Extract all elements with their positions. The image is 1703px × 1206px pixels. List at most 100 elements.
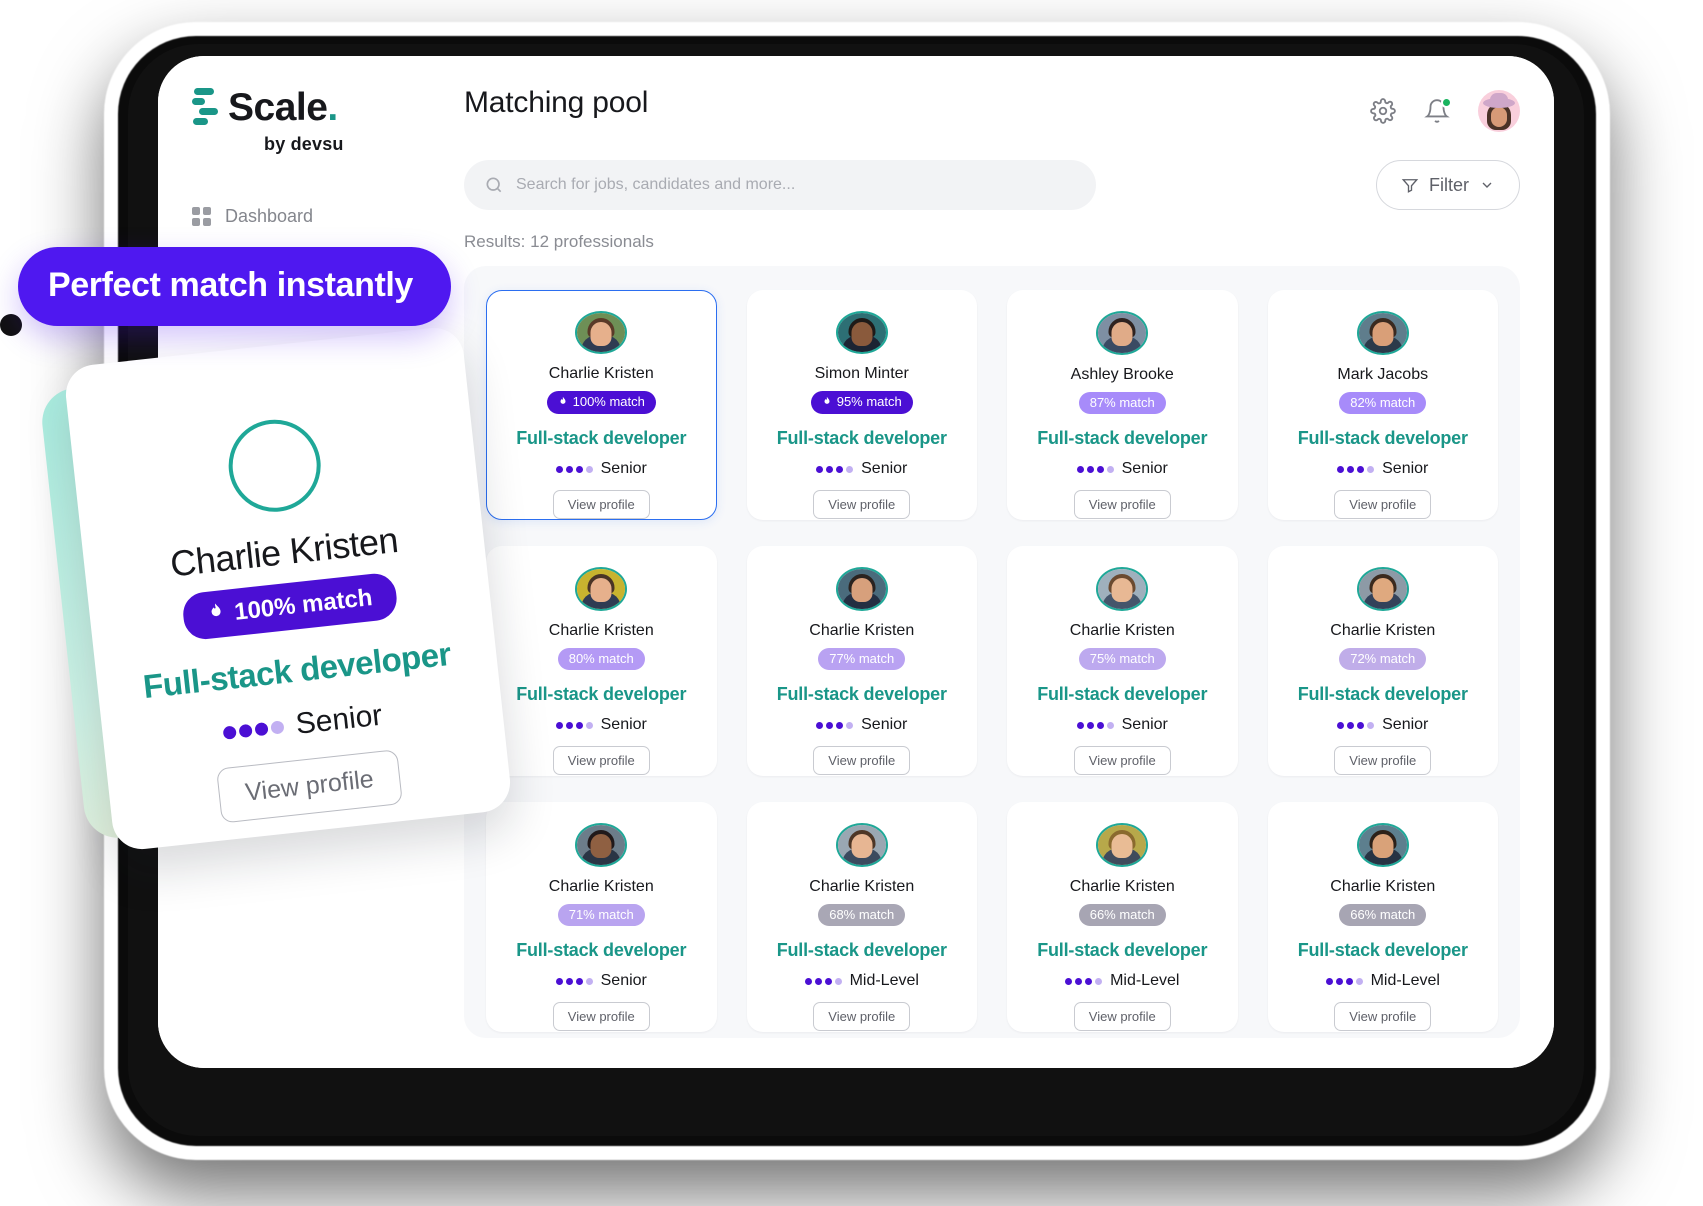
view-profile-button[interactable]: View profile	[1073, 490, 1171, 519]
match-label: 100% match	[232, 583, 374, 626]
match-badge: 72% match	[1339, 647, 1427, 670]
view-profile-button[interactable]: View profile	[552, 746, 650, 775]
match-label: 87% match	[1089, 394, 1155, 410]
avatar	[1096, 311, 1149, 355]
candidate-level: Mid-Level	[1065, 972, 1179, 990]
match-badge: 80% match	[557, 647, 645, 670]
candidate-name: Charlie Kristen	[1069, 621, 1175, 639]
level-label: Senior	[600, 460, 647, 477]
candidate-role: Full-stack developer	[1037, 428, 1208, 448]
results-count: Results: 12 professionals	[464, 232, 654, 251]
level-dots	[816, 721, 854, 729]
candidate-role: Full-stack developer	[141, 634, 453, 706]
candidate-card[interactable]: Charlie Kristen 71% match Full-stack dev…	[486, 802, 717, 1032]
view-profile-button[interactable]: View profile	[1073, 746, 1171, 775]
match-label: 66% match	[1350, 906, 1416, 922]
candidate-card[interactable]: Charlie Kristen 80% match Full-stack dev…	[486, 546, 717, 776]
match-label: 68% match	[829, 906, 895, 922]
match-label: 72% match	[1350, 650, 1416, 666]
filter-button[interactable]: Filter	[1376, 160, 1520, 210]
avatar	[835, 567, 888, 611]
match-badge: 75% match	[1078, 647, 1166, 670]
candidate-card[interactable]: Mark Jacobs 82% match Full-stack develop…	[1267, 290, 1498, 520]
candidate-card[interactable]: Charlie Kristen 66% match Full-stack dev…	[1267, 802, 1498, 1032]
level-label: Senior	[600, 972, 647, 989]
perfect-match-callout: Perfect match instantly	[18, 247, 451, 326]
level-label: Mid-Level	[1110, 972, 1180, 989]
level-label: Senior	[1121, 716, 1168, 733]
match-badge: 82% match	[1339, 391, 1427, 414]
level-label: Senior	[294, 698, 384, 741]
match-label: 66% match	[1089, 906, 1155, 922]
candidate-name: Ashley Brooke	[1070, 365, 1174, 383]
avatar	[1356, 311, 1409, 355]
bell-icon[interactable]	[1424, 97, 1452, 124]
level-label: Senior	[1121, 460, 1168, 477]
avatar	[1356, 567, 1409, 611]
view-profile-button[interactable]: View profile	[215, 749, 404, 824]
level-dots	[1325, 977, 1363, 985]
candidate-name: Charlie Kristen	[809, 621, 915, 639]
level-label: Senior	[600, 716, 647, 733]
avatar	[1096, 567, 1149, 611]
view-profile-button[interactable]: View profile	[1073, 1002, 1171, 1031]
match-badge: 71% match	[557, 903, 645, 926]
candidate-card[interactable]: Charlie Kristen 68% match Full-stack dev…	[746, 802, 977, 1032]
sidebar-item-dashboard[interactable]: Dashboard	[158, 195, 446, 238]
gear-icon[interactable]	[1370, 98, 1396, 124]
view-profile-button[interactable]: View profile	[1334, 746, 1432, 775]
level-dots	[1337, 465, 1375, 473]
search-input[interactable]	[516, 176, 1076, 194]
match-badge: 68% match	[818, 903, 906, 926]
candidate-role: Full-stack developer	[776, 684, 947, 704]
match-badge: 77% match	[818, 647, 906, 670]
user-avatar[interactable]	[1478, 90, 1520, 132]
candidate-level: Senior	[1076, 460, 1168, 478]
avatar	[835, 311, 888, 354]
level-dots	[1076, 465, 1114, 473]
match-label: 80% match	[568, 650, 634, 666]
candidate-card[interactable]: Ashley Brooke 87% match Full-stack devel…	[1007, 290, 1238, 520]
avatar	[1096, 823, 1149, 867]
candidate-role: Full-stack developer	[1297, 684, 1468, 704]
match-badge: 100% match	[546, 390, 656, 414]
candidate-name: Charlie Kristen	[809, 877, 915, 895]
view-profile-button[interactable]: View profile	[813, 746, 911, 775]
view-profile-button[interactable]: View profile	[552, 490, 650, 519]
candidate-card[interactable]: Charlie Kristen 75% match Full-stack dev…	[1007, 546, 1238, 776]
view-profile-button[interactable]: View profile	[1334, 1002, 1432, 1031]
level-dots	[555, 465, 593, 473]
notification-dot	[1441, 97, 1452, 108]
candidate-level: Senior	[555, 460, 647, 478]
candidate-level: Senior	[816, 716, 907, 734]
chevron-down-icon	[1482, 182, 1492, 188]
screenshot-stage: Scale. by devsu Dashboard Messages 10 RE…	[0, 0, 1703, 1206]
match-label: 100% match	[572, 394, 645, 410]
candidate-role: Full-stack developer	[1037, 940, 1208, 960]
candidate-name: Charlie Kristen	[1330, 621, 1436, 639]
candidate-card[interactable]: Charlie Kristen 77% match Full-stack dev…	[746, 546, 977, 776]
view-profile-button[interactable]: View profile	[813, 1002, 911, 1031]
candidate-level: Senior	[222, 699, 384, 750]
candidate-card[interactable]: Charlie Kristen 72% match Full-stack dev…	[1267, 546, 1498, 776]
candidate-card[interactable]: Charlie Kristen 100% match Full-stack de…	[486, 290, 717, 520]
topbar: Matching pool	[464, 86, 1520, 132]
level-dots	[555, 721, 593, 729]
candidate-card[interactable]: Simon Minter 95% match Full-stack develo…	[746, 290, 977, 520]
candidate-name: Charlie Kristen	[548, 364, 654, 382]
level-dots	[1076, 721, 1114, 729]
match-label: 75% match	[1089, 650, 1155, 666]
avatar	[835, 823, 888, 867]
candidate-level: Senior	[1337, 716, 1428, 734]
candidate-card[interactable]: Charlie Kristen 66% match Full-stack dev…	[1007, 802, 1238, 1032]
candidate-role: Full-stack developer	[1297, 940, 1468, 960]
view-profile-button[interactable]: View profile	[552, 1002, 650, 1031]
avatar	[575, 311, 628, 354]
match-badge: 100% match	[181, 571, 399, 642]
view-profile-button[interactable]: View profile	[813, 490, 911, 519]
search-box[interactable]	[464, 160, 1096, 210]
candidate-level: Senior	[1337, 460, 1428, 478]
candidate-level: Mid-Level	[804, 972, 919, 990]
view-profile-button[interactable]: View profile	[1334, 490, 1432, 519]
candidate-role: Full-stack developer	[1037, 684, 1208, 704]
